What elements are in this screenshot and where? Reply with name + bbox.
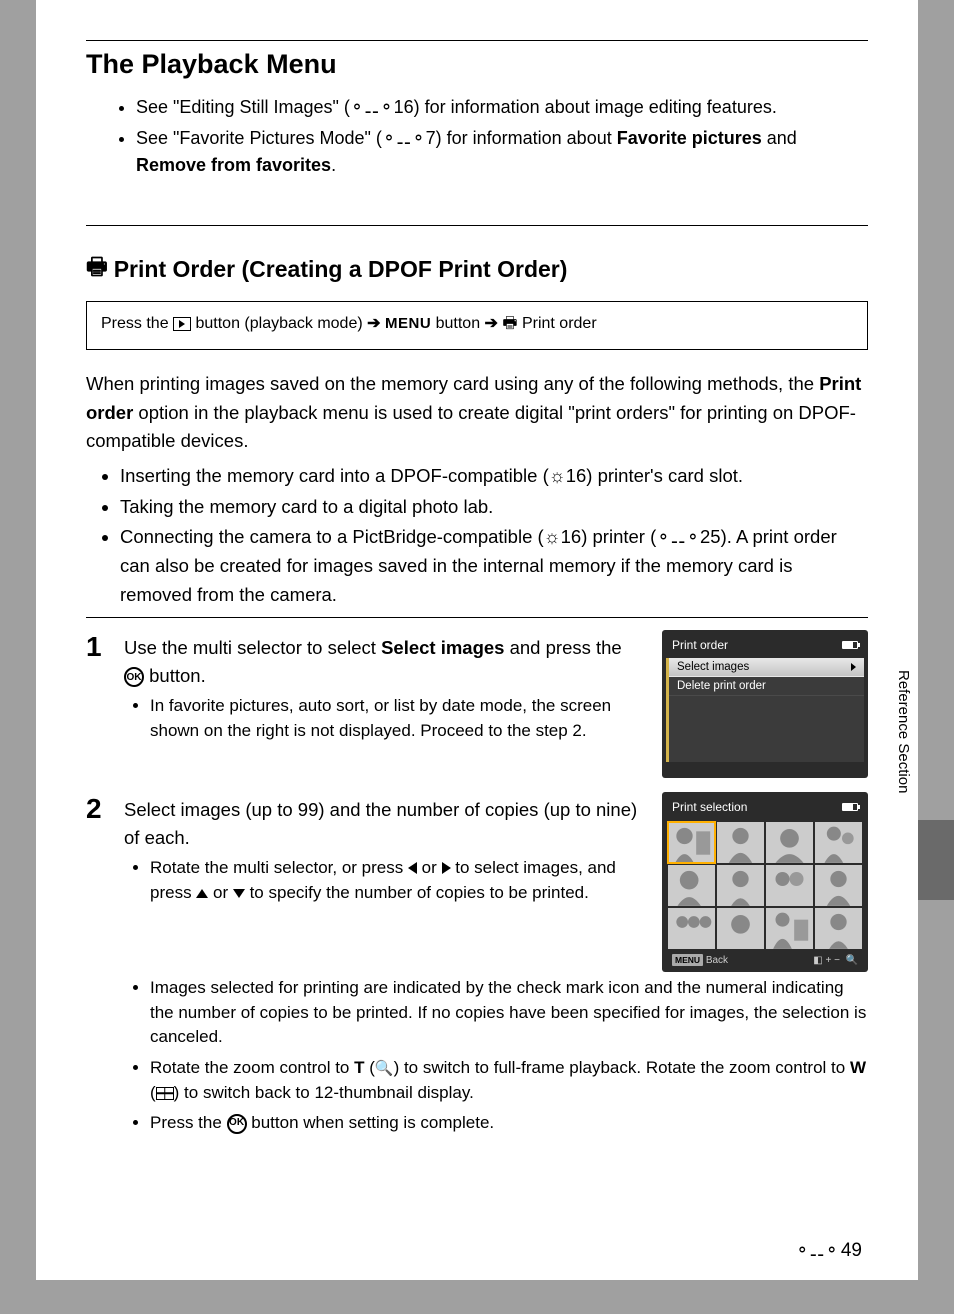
step-2: 2 Select images (up to 99) and the numbe… [86, 792, 868, 972]
ref-icon: ⚬⚋⚬ [795, 1241, 839, 1261]
print-icon: 🖶 [502, 315, 517, 332]
page-number: ⚬⚋⚬49 [795, 1240, 862, 1262]
menu-tag-icon: MENU [672, 954, 703, 966]
thumbnail [815, 865, 862, 906]
step-content: 1 Use the multi selector to select Selec… [86, 630, 642, 778]
manual-page: The Playback Menu See "Editing Still Ima… [36, 0, 918, 1280]
right-arrow-icon [442, 862, 451, 874]
brightness-icon: ☼ [544, 526, 561, 547]
print-icon: 🖶 [86, 250, 108, 289]
step2-continued-list: Images selected for printing are indicat… [150, 976, 868, 1136]
step-number: 2 [86, 792, 114, 826]
grid-icon [156, 1087, 174, 1100]
step-sublist: In favorite pictures, auto sort, or list… [150, 694, 642, 743]
playback-icon [173, 317, 191, 331]
left-arrow-icon [408, 862, 417, 874]
divider-thin [86, 617, 868, 618]
section-title: 🖶 Print Order (Creating a DPOF Print Ord… [86, 250, 868, 289]
list-item: Taking the memory card to a digital phot… [120, 493, 868, 522]
screenshot-menu: Select images Delete print order [666, 658, 864, 762]
ref-icon: ⚬⚋⚬ [382, 129, 426, 148]
chevron-right-icon [851, 663, 856, 671]
thumbnail [717, 865, 764, 906]
side-tab-dark [918, 820, 954, 900]
list-item: Images selected for printing are indicat… [150, 976, 868, 1050]
page-title: The Playback Menu [86, 49, 868, 80]
intro-list: See "Editing Still Images" (⚬⚋⚬16) for i… [136, 94, 868, 179]
down-arrow-icon [233, 889, 245, 898]
step-head: 2 Select images (up to 99) and the numbe… [86, 792, 642, 852]
thumbnail [668, 822, 715, 863]
screenshot-header: Print selection [666, 796, 864, 820]
screenshot-title: Print order [672, 638, 728, 652]
brightness-icon: ☼ [549, 465, 566, 486]
list-item: Press the OK button when setting is comp… [150, 1111, 868, 1136]
up-arrow-icon [196, 889, 208, 898]
navigation-path-box: Press the button (playback mode) ➔ MENU … [86, 301, 868, 350]
side-tab-label: Reference Section [895, 670, 912, 793]
thumbnail [815, 908, 862, 949]
divider-top [86, 40, 868, 41]
step-1: 1 Use the multi selector to select Selec… [86, 630, 868, 778]
menu-item: Delete print order [669, 677, 864, 696]
camera-screenshot-print-order: Print order Select images Delete print o… [662, 630, 868, 778]
menu-button-label: MENU [385, 315, 431, 332]
step-sublist: Rotate the multi selector, or press or t… [150, 856, 642, 905]
ref-icon: ⚬⚋⚬ [350, 98, 394, 117]
arrow-right-icon: ➔ [367, 313, 380, 333]
ok-icon: OK [227, 1114, 247, 1134]
screenshot-header: Print order [666, 634, 864, 658]
divider-section [86, 225, 868, 226]
list-item: Inserting the memory card into a DPOF-co… [120, 462, 868, 491]
list-item: Rotate the zoom control to T (🔍) to swit… [150, 1056, 868, 1105]
step-title: Use the multi selector to select Select … [124, 630, 642, 690]
battery-icon [842, 803, 858, 811]
controls-label: ◧ + − 🔍 [813, 955, 858, 966]
arrow-right-icon: ➔ [485, 313, 498, 333]
ok-icon: OK [124, 667, 144, 687]
thumbnail [766, 822, 813, 863]
camera-screenshot-print-selection: Print selection [662, 792, 868, 972]
thumbnail [766, 908, 813, 949]
thumbnail [717, 908, 764, 949]
list-item: In favorite pictures, auto sort, or list… [150, 694, 642, 743]
step-content: 2 Select images (up to 99) and the numbe… [86, 792, 642, 972]
step-number: 1 [86, 630, 114, 664]
list-item: See "Editing Still Images" (⚬⚋⚬16) for i… [136, 94, 868, 121]
magnifier-icon: 🔍 [375, 1060, 394, 1077]
page-content: The Playback Menu See "Editing Still Ima… [36, 40, 918, 1136]
body-list: Inserting the memory card into a DPOF-co… [120, 462, 868, 609]
screenshot-footer [666, 762, 864, 774]
battery-icon [842, 641, 858, 649]
ref-icon: ⚬⚋⚬ [656, 528, 700, 547]
screenshot-title: Print selection [672, 800, 747, 814]
thumbnail [668, 908, 715, 949]
thumbnail [668, 865, 715, 906]
thumbnail [815, 822, 862, 863]
thumbnail [717, 822, 764, 863]
list-item: Connecting the camera to a PictBridge-co… [120, 523, 868, 609]
thumbnail [766, 865, 813, 906]
paragraph: When printing images saved on the memory… [86, 370, 868, 456]
list-item: Rotate the multi selector, or press or t… [150, 856, 642, 905]
step-head: 1 Use the multi selector to select Selec… [86, 630, 642, 690]
thumbnail-grid [666, 820, 864, 951]
screenshot-footer: MENU Back ◧ + − 🔍 [666, 951, 864, 968]
step-title: Select images (up to 99) and the number … [124, 792, 642, 852]
list-item: See "Favorite Pictures Mode" (⚬⚋⚬7) for … [136, 125, 868, 179]
menu-item-selected: Select images [669, 658, 864, 677]
